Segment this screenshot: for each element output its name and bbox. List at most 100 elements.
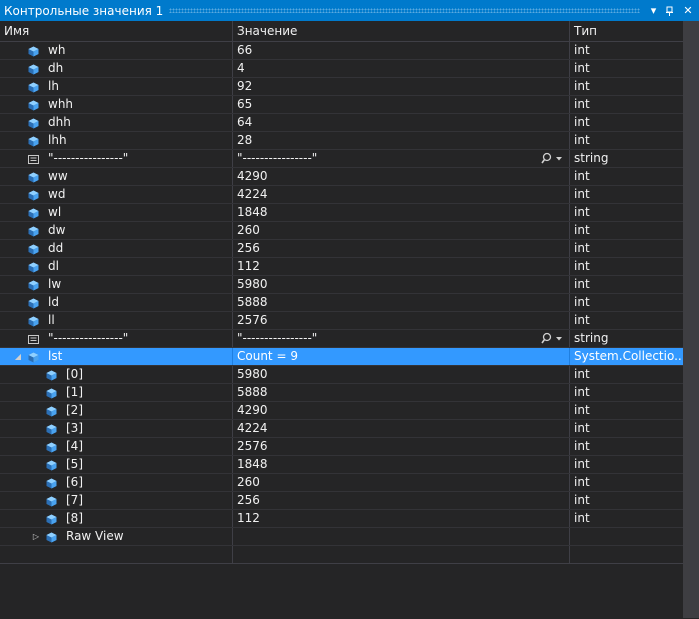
type-cell[interactable] <box>570 546 683 563</box>
value-cell[interactable]: 260 <box>233 474 570 491</box>
watch-row[interactable]: [3] 4224 int <box>0 420 683 438</box>
title-bar-grip[interactable] <box>169 8 640 13</box>
value-cell[interactable]: 65 <box>233 96 570 113</box>
name-cell[interactable]: wh <box>0 42 233 59</box>
watch-row[interactable]: [7] 256 int <box>0 492 683 510</box>
type-cell[interactable]: int <box>570 420 683 437</box>
name-cell[interactable]: wl <box>0 204 233 221</box>
watch-row[interactable]: dd 256 int <box>0 240 683 258</box>
watch-row[interactable]: dhh 64 int <box>0 114 683 132</box>
type-cell[interactable]: int <box>570 186 683 203</box>
type-cell[interactable]: int <box>570 132 683 149</box>
name-cell[interactable]: lh <box>0 78 233 95</box>
value-cell[interactable]: 4290 <box>233 402 570 419</box>
name-cell[interactable]: "----------------" <box>0 330 233 347</box>
watch-row[interactable]: [4] 2576 int <box>0 438 683 456</box>
value-cell[interactable]: 256 <box>233 240 570 257</box>
watch-row[interactable]: "----------------" "----------------" stri… <box>0 150 683 168</box>
name-cell[interactable]: [8] <box>0 510 233 527</box>
name-cell[interactable]: [0] <box>0 366 233 383</box>
type-cell[interactable]: int <box>570 222 683 239</box>
type-cell[interactable]: int <box>570 258 683 275</box>
value-cell[interactable]: 28 <box>233 132 570 149</box>
empty-grid-area[interactable] <box>0 563 683 619</box>
watch-row[interactable]: ld 5888 int <box>0 294 683 312</box>
name-cell[interactable]: dhh <box>0 114 233 131</box>
type-cell[interactable]: int <box>570 384 683 401</box>
value-cell[interactable]: 112 <box>233 510 570 527</box>
name-cell[interactable]: [6] <box>0 474 233 491</box>
watch-window-title-bar[interactable]: Контрольные значения 1 ▾ ✕ <box>0 0 699 21</box>
value-cell[interactable]: 4224 <box>233 420 570 437</box>
type-cell[interactable]: int <box>570 60 683 77</box>
name-cell[interactable]: whh <box>0 96 233 113</box>
value-cell[interactable]: 2576 <box>233 312 570 329</box>
name-cell[interactable]: lhh <box>0 132 233 149</box>
expanded-arrow-icon[interactable]: ◢ <box>13 348 23 365</box>
column-header-value[interactable]: Значение <box>233 21 570 41</box>
watch-row[interactable]: "----------------" "----------------" stri… <box>0 330 683 348</box>
text-visualizer-magnifier-icon[interactable] <box>541 332 563 345</box>
name-cell[interactable]: dd <box>0 240 233 257</box>
watch-row[interactable]: [6] 260 int <box>0 474 683 492</box>
name-cell[interactable] <box>0 546 233 563</box>
window-position-dropdown-icon[interactable]: ▾ <box>646 0 661 21</box>
value-cell[interactable]: "----------------" <box>233 150 570 167</box>
watch-row[interactable]: lhh 28 int <box>0 132 683 150</box>
type-cell[interactable]: System.Collectio... <box>570 348 683 365</box>
watch-row[interactable]: wd 4224 int <box>0 186 683 204</box>
type-cell[interactable]: int <box>570 276 683 293</box>
watch-row[interactable]: whh 65 int <box>0 96 683 114</box>
value-cell[interactable]: 5980 <box>233 276 570 293</box>
value-cell[interactable]: 4290 <box>233 168 570 185</box>
type-cell[interactable]: int <box>570 168 683 185</box>
close-icon[interactable]: ✕ <box>679 0 697 21</box>
type-cell[interactable]: int <box>570 492 683 509</box>
type-cell[interactable]: int <box>570 240 683 257</box>
name-cell[interactable]: dh <box>0 60 233 77</box>
value-cell[interactable]: 1848 <box>233 456 570 473</box>
type-cell[interactable]: string <box>570 150 683 167</box>
name-cell[interactable]: lw <box>0 276 233 293</box>
type-cell[interactable] <box>570 528 683 545</box>
value-cell[interactable]: 2576 <box>233 438 570 455</box>
watch-row[interactable]: ◢ lst Count = 9 System.Collectio... <box>0 348 683 366</box>
type-cell[interactable]: int <box>570 96 683 113</box>
name-cell[interactable]: ld <box>0 294 233 311</box>
watch-row[interactable]: dw 260 int <box>0 222 683 240</box>
value-cell[interactable]: 4224 <box>233 186 570 203</box>
vertical-scrollbar[interactable] <box>683 21 699 618</box>
value-cell[interactable]: 5888 <box>233 294 570 311</box>
name-cell[interactable]: [2] <box>0 402 233 419</box>
watch-row[interactable]: ww 4290 int <box>0 168 683 186</box>
empty-row[interactable] <box>0 546 683 564</box>
name-cell[interactable]: dw <box>0 222 233 239</box>
watch-row[interactable]: dl 112 int <box>0 258 683 276</box>
value-cell[interactable]: 64 <box>233 114 570 131</box>
pin-icon[interactable] <box>661 0 679 21</box>
watch-row[interactable]: [8] 112 int <box>0 510 683 528</box>
type-cell[interactable]: int <box>570 438 683 455</box>
value-cell[interactable]: 112 <box>233 258 570 275</box>
column-header-name[interactable]: Имя <box>0 21 233 41</box>
type-cell[interactable]: int <box>570 114 683 131</box>
name-cell[interactable]: [4] <box>0 438 233 455</box>
watch-row[interactable]: ▷ Raw View <box>0 528 683 546</box>
watch-row[interactable]: [1] 5888 int <box>0 384 683 402</box>
value-cell[interactable]: "----------------" <box>233 330 570 347</box>
watch-row[interactable]: wh 66 int <box>0 42 683 60</box>
value-cell[interactable] <box>233 528 570 545</box>
watch-row[interactable]: wl 1848 int <box>0 204 683 222</box>
name-cell[interactable]: [3] <box>0 420 233 437</box>
name-cell[interactable]: [1] <box>0 384 233 401</box>
watch-row[interactable]: lh 92 int <box>0 78 683 96</box>
value-cell[interactable]: 260 <box>233 222 570 239</box>
name-cell[interactable]: ▷ Raw View <box>0 528 233 545</box>
name-cell[interactable]: [7] <box>0 492 233 509</box>
watch-row[interactable]: ll 2576 int <box>0 312 683 330</box>
watch-row[interactable]: [2] 4290 int <box>0 402 683 420</box>
type-cell[interactable]: int <box>570 312 683 329</box>
watch-row[interactable]: dh 4 int <box>0 60 683 78</box>
type-cell[interactable]: int <box>570 42 683 59</box>
name-cell[interactable]: ww <box>0 168 233 185</box>
